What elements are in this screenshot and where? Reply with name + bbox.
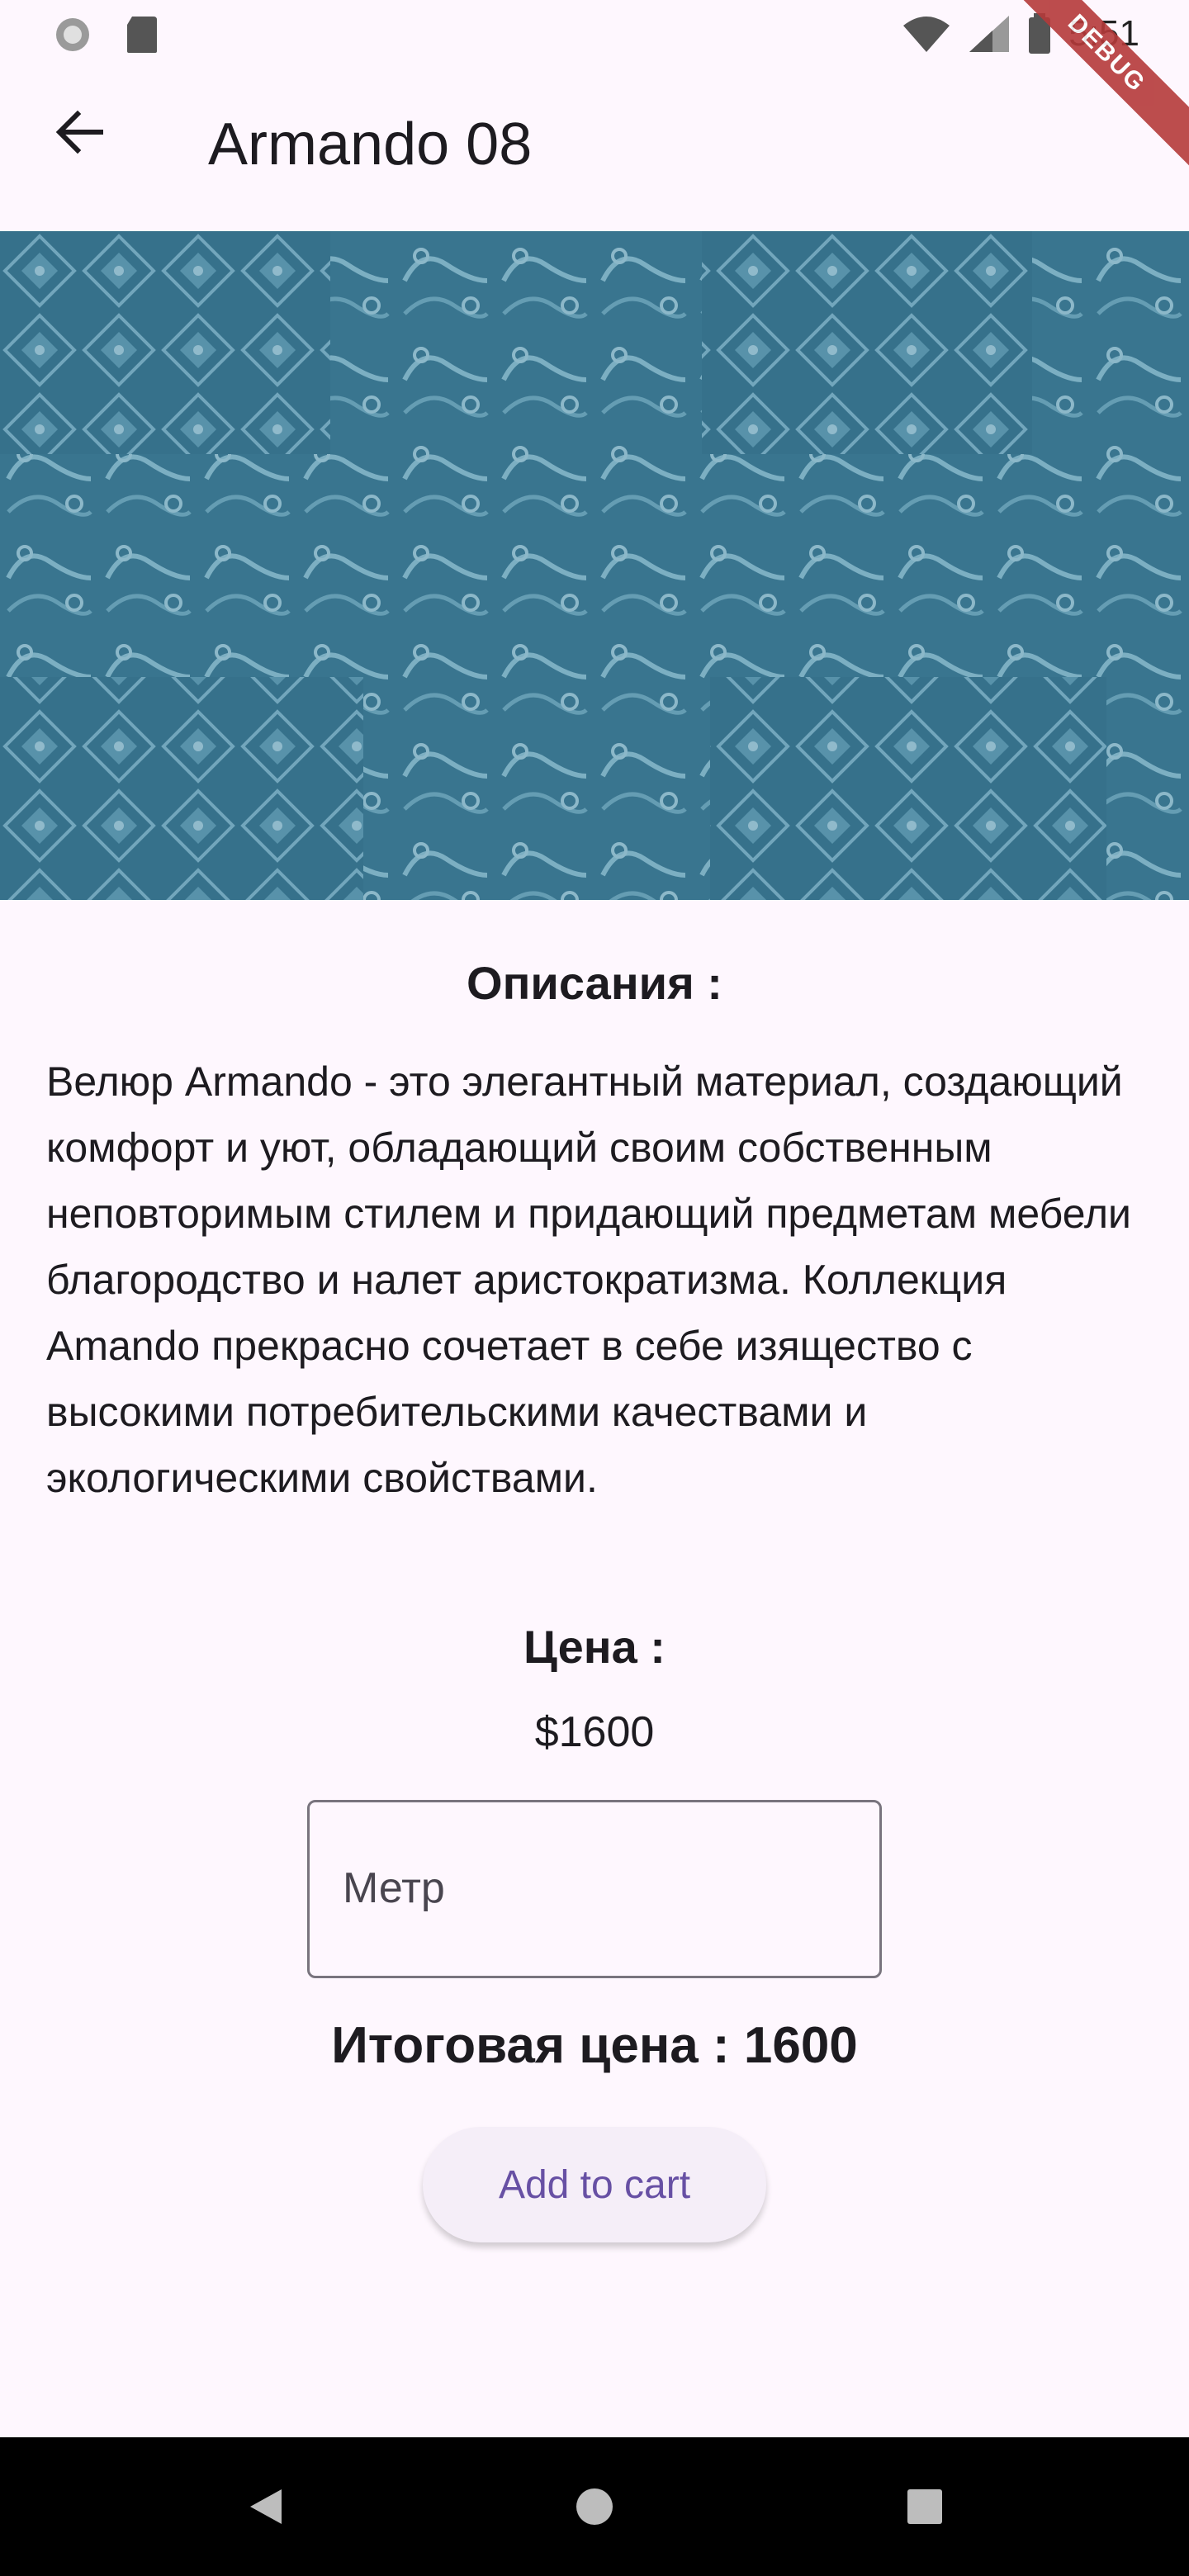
meter-placeholder: Метр xyxy=(343,1864,445,1912)
arrow-left-icon xyxy=(55,110,103,154)
fabric-pattern-graphic xyxy=(0,231,1189,900)
description-text: Велюр Armando - это элегантный материал,… xyxy=(46,1058,1131,1501)
nav-back-button[interactable] xyxy=(239,2480,292,2533)
page-title: Armando 08 xyxy=(208,111,533,178)
total-price: Итоговая цена : 1600 xyxy=(331,2017,858,2074)
meter-input[interactable]: Метр xyxy=(307,1800,882,1978)
system-navigation-bar xyxy=(0,2437,1189,2576)
app-bar: Armando 08 xyxy=(0,69,1189,231)
back-button[interactable] xyxy=(46,99,112,165)
nav-recents-button[interactable] xyxy=(898,2480,951,2533)
square-recents-icon xyxy=(907,2489,942,2524)
description-title: Описания : xyxy=(467,957,722,1009)
nav-home-button[interactable] xyxy=(568,2480,621,2533)
status-bar: 5:51 DEBUG xyxy=(0,0,1189,168)
signal-icon xyxy=(969,16,1010,52)
triangle-back-icon xyxy=(250,2489,282,2524)
wifi-icon xyxy=(903,17,950,52)
add-to-cart-label: Add to cart xyxy=(498,2162,691,2207)
price-title: Цена : xyxy=(523,1621,666,1673)
circle-home-icon xyxy=(576,2488,613,2525)
fabric-pattern-image xyxy=(0,231,1189,900)
sync-icon xyxy=(56,18,89,51)
price-value: $1600 xyxy=(534,1708,655,1756)
add-to-cart-button[interactable]: Add to cart xyxy=(423,2127,766,2242)
sd-card-icon xyxy=(127,17,157,53)
